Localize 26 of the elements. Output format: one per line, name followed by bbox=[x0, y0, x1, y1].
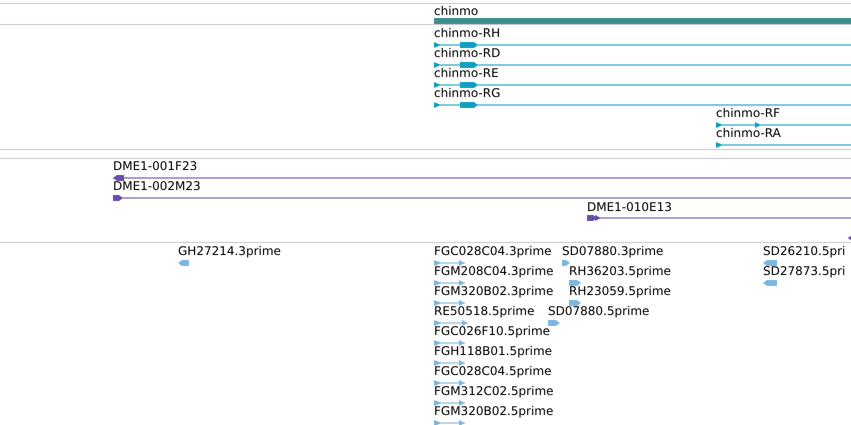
feature-label[interactable]: SD26210.5pri bbox=[763, 245, 846, 257]
feature-label[interactable]: chinmo-RG bbox=[434, 87, 500, 99]
feature-label[interactable]: chinmo-RH bbox=[434, 27, 500, 39]
feature-label[interactable]: chinmo-RE bbox=[434, 67, 499, 79]
feature-label[interactable]: FGH118B01.5prime bbox=[434, 345, 552, 357]
feature-label[interactable]: RE50518.5prime bbox=[434, 305, 534, 317]
feature-label[interactable]: SD07880.3prime bbox=[562, 245, 664, 257]
feature-label[interactable]: RH36203.5prime bbox=[569, 265, 671, 277]
feature-label[interactable]: FGM312C02.5prime bbox=[434, 385, 554, 397]
feature-label[interactable]: GH27214.3prime bbox=[178, 245, 281, 257]
feature-label[interactable]: FGC028C04.5prime bbox=[434, 365, 552, 377]
feature-label[interactable]: DME1-002M23 bbox=[113, 180, 201, 192]
feature-label[interactable]: chinmo-RF bbox=[716, 107, 780, 119]
feature-label[interactable]: FGC028C04.3prime bbox=[434, 245, 552, 257]
feature-label[interactable]: FGM208C04.3prime bbox=[434, 265, 554, 277]
feature-label[interactable]: FGM320B02.5prime bbox=[434, 405, 554, 417]
feature-label[interactable]: chinmo bbox=[434, 5, 478, 17]
feature-label[interactable]: chinmo-RA bbox=[716, 127, 781, 139]
feature-label[interactable]: SD27873.5pri bbox=[763, 265, 846, 277]
feature-label[interactable]: SD07880.5prime bbox=[548, 305, 650, 317]
feature-label[interactable]: FGM320B02.3prime bbox=[434, 285, 554, 297]
feature-label[interactable]: chinmo-RD bbox=[434, 47, 500, 59]
feature-label[interactable]: FGC026F10.5prime bbox=[434, 325, 550, 337]
feature-label[interactable]: DME1-001F23 bbox=[113, 160, 198, 172]
feature-label[interactable]: DME1-010E13 bbox=[587, 201, 672, 213]
feature-label[interactable]: RH23059.5prime bbox=[569, 285, 671, 297]
